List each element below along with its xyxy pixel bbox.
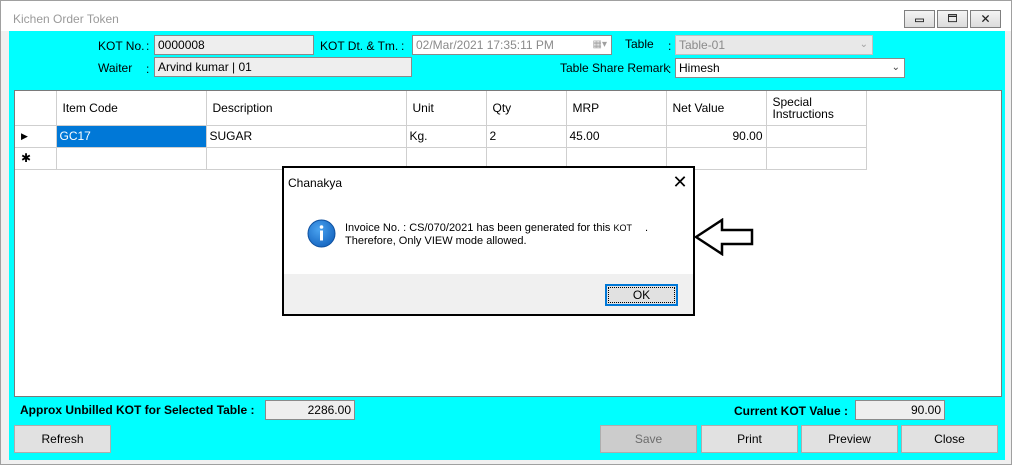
waiter-label: Waiter bbox=[98, 61, 133, 75]
dialog-title: Chanakya bbox=[288, 176, 343, 190]
maximize-icon bbox=[948, 14, 957, 23]
unbilled-kot-field[interactable]: 2286.00 bbox=[265, 400, 355, 420]
new-cell-special-instructions[interactable] bbox=[766, 147, 867, 170]
dialog-close-icon[interactable]: ✕ bbox=[670, 172, 690, 192]
table-share-remark-separator: : bbox=[668, 62, 672, 76]
minimize-icon bbox=[915, 18, 924, 23]
col-header-qty[interactable]: Qty bbox=[486, 91, 567, 126]
cell-net-value[interactable]: 90.00 bbox=[666, 125, 767, 148]
cell-mrp[interactable]: 45.00 bbox=[566, 125, 667, 148]
table-value: Table-01 bbox=[679, 38, 726, 52]
table-label: Table bbox=[625, 37, 654, 51]
left-arrow-icon bbox=[694, 218, 754, 256]
print-button[interactable]: Print bbox=[701, 425, 798, 453]
unbilled-kot-label: Approx Unbilled KOT for Selected Table : bbox=[20, 403, 255, 417]
message-dialog: Chanakya ✕ Invoice No. : CS/070/2021 has… bbox=[282, 166, 695, 316]
col-header-item-code[interactable]: Item Code bbox=[56, 91, 207, 126]
table-share-remark-value: Himesh bbox=[679, 61, 720, 75]
refresh-button[interactable]: Refresh bbox=[14, 425, 111, 453]
new-cell-item-code[interactable] bbox=[56, 147, 207, 170]
chevron-down-icon: ⌄ bbox=[859, 39, 868, 50]
preview-button[interactable]: Preview bbox=[801, 425, 898, 453]
col-header-description[interactable]: Description bbox=[206, 91, 407, 126]
cell-description[interactable]: SUGAR bbox=[206, 125, 407, 148]
dialog-message-line2: Therefore, Only VIEW mode allowed. bbox=[345, 235, 527, 247]
current-kot-value-label: Current KOT Value : bbox=[734, 404, 849, 418]
kot-no-field[interactable]: 0000008 bbox=[154, 35, 314, 55]
close-window-button[interactable] bbox=[970, 10, 1001, 28]
save-button[interactable]: Save bbox=[600, 425, 697, 453]
col-header-unit[interactable]: Unit bbox=[406, 91, 487, 126]
close-button[interactable]: Close bbox=[901, 425, 998, 453]
title-bar: Kichen Order Token bbox=[1, 1, 1011, 31]
maximize-button[interactable] bbox=[937, 10, 968, 28]
dialog-footer: OK bbox=[284, 274, 693, 314]
table-separator: : bbox=[668, 39, 672, 53]
kot-no-separator: : bbox=[146, 39, 150, 53]
kot-no-label: KOT No. bbox=[98, 39, 145, 53]
waiter-field[interactable]: Arvind kumar | 01 bbox=[154, 57, 412, 77]
ok-button[interactable]: OK bbox=[605, 284, 678, 306]
chevron-down-icon: ⌄ bbox=[891, 62, 900, 73]
kot-datetime-separator: : bbox=[401, 39, 405, 53]
info-icon bbox=[307, 219, 336, 248]
kot-datetime-label: KOT Dt. & Tm. bbox=[320, 39, 399, 53]
window-title: Kichen Order Token bbox=[13, 12, 119, 26]
col-header-special-instructions[interactable]: Special Instructions bbox=[766, 91, 867, 126]
kot-datetime-value: 02/Mar/2021 17:35:11 PM bbox=[416, 38, 554, 52]
dialog-message: Invoice No. : CS/070/2021 has been gener… bbox=[345, 222, 648, 248]
cell-item-code[interactable]: GC17 bbox=[56, 125, 207, 148]
current-row-marker-icon[interactable]: ▶ bbox=[15, 125, 57, 148]
table-share-remark-combo[interactable]: Himesh ⌄ bbox=[675, 58, 905, 78]
col-header-mrp[interactable]: MRP bbox=[566, 91, 667, 126]
cell-unit[interactable]: Kg. bbox=[406, 125, 487, 148]
cell-qty[interactable]: 2 bbox=[486, 125, 567, 148]
items-table: Item Code Description Unit Qty MRP Net V… bbox=[15, 91, 867, 170]
close-icon bbox=[981, 14, 990, 23]
table-combo[interactable]: Table-01 ⌄ bbox=[675, 35, 873, 55]
table-share-remark-label: Table Share Remark bbox=[560, 61, 670, 75]
minimize-button[interactable] bbox=[904, 10, 935, 28]
dialog-message-period: . bbox=[645, 222, 649, 234]
dialog-message-kot: KOT bbox=[613, 223, 632, 233]
grid-header-row: Item Code Description Unit Qty MRP Net V… bbox=[15, 91, 867, 126]
calendar-dropdown-icon: ▦▾ bbox=[592, 39, 607, 50]
cell-special-instructions[interactable] bbox=[766, 125, 867, 148]
new-row-marker-icon[interactable]: ✱ bbox=[15, 147, 57, 170]
row-header-corner bbox=[15, 91, 57, 126]
col-header-net-value[interactable]: Net Value bbox=[666, 91, 767, 126]
table-row[interactable]: ▶ GC17 SUGAR Kg. 2 45.00 90.00 bbox=[15, 125, 867, 148]
dialog-message-text-a: Invoice No. : CS/070/2021 has been gener… bbox=[345, 222, 611, 234]
kot-datetime-picker[interactable]: 02/Mar/2021 17:35:11 PM ▦▾ bbox=[412, 35, 612, 55]
current-kot-value-field[interactable]: 90.00 bbox=[855, 400, 945, 420]
dialog-message-line1: Invoice No. : CS/070/2021 has been gener… bbox=[345, 222, 648, 235]
waiter-separator: : bbox=[146, 62, 150, 76]
